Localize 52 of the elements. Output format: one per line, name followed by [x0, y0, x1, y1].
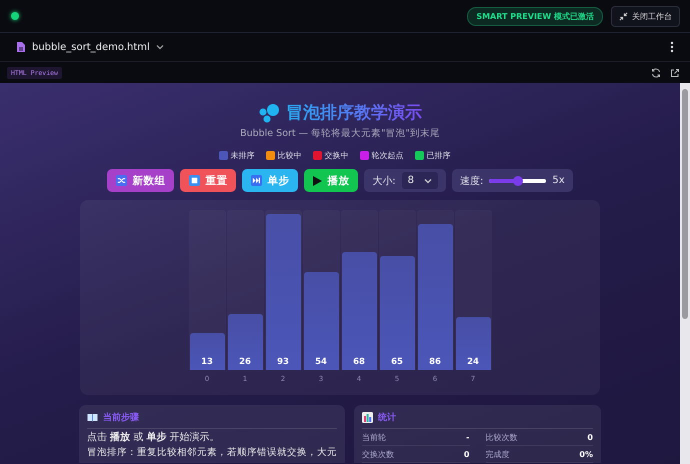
array-bar: 65 — [380, 256, 414, 370]
book-icon — [87, 413, 98, 422]
array-bar: 26 — [228, 314, 262, 370]
subtitle: Bubble Sort — 每轮将最大元素"冒泡"到末尾 — [240, 127, 440, 140]
legend-label: 已排序 — [426, 150, 450, 161]
stat-label: 当前轮 — [362, 432, 386, 442]
stat-value: 0 — [464, 450, 470, 458]
array-bar: 93 — [266, 214, 300, 370]
array-bar: 54 — [304, 272, 338, 370]
external-link-icon[interactable] — [670, 68, 680, 78]
play-icon — [313, 176, 322, 186]
mode-badge: SMART PREVIEW 模式已激活 — [467, 6, 603, 26]
legend-label: 轮次起点 — [372, 150, 404, 161]
scrollbar[interactable] — [680, 83, 690, 464]
close-workspace-button[interactable]: 关闭工作台 — [611, 6, 680, 26]
speed-value: 5x — [552, 175, 565, 186]
panel-title: 统计 — [378, 411, 396, 424]
stat-value: 0% — [579, 450, 593, 458]
speed-label: 速度: — [460, 174, 484, 188]
stop-icon — [189, 175, 200, 186]
file-tab[interactable]: bubble_sort_demo.html — [16, 41, 164, 53]
page-title: 冒泡排序教学演示 — [286, 101, 422, 124]
size-select[interactable]: 8 — [402, 172, 438, 189]
file-icon — [16, 41, 26, 53]
stat-label: 比较次数 — [486, 432, 518, 442]
array-bar: 86 — [418, 224, 452, 370]
legend-label: 交换中 — [324, 150, 348, 161]
array-bar: 13 — [190, 333, 224, 370]
bubbles-icon — [258, 102, 280, 122]
stat-label: 完成度 — [486, 448, 510, 460]
speed-slider-thumb[interactable] — [512, 176, 523, 186]
chevron-down-icon — [424, 178, 432, 184]
shuffle-icon — [116, 175, 128, 186]
array-bar: 68 — [342, 252, 376, 370]
panel-title: 当前步骤 — [103, 411, 139, 424]
stat-value: 0 — [587, 432, 593, 442]
collapse-icon — [619, 12, 628, 20]
next-icon — [251, 175, 262, 186]
legend-label: 未排序 — [230, 150, 254, 161]
legend-label: 比较中 — [278, 150, 302, 161]
array-bar: 24 — [456, 317, 490, 370]
step-text: 点击 播放 或 单步 开始演示。 — [87, 432, 221, 444]
step-text: 冒泡排序：重复比较相邻元素，若顺序错误就交换，大元 — [87, 447, 337, 459]
more-icon[interactable] — [670, 41, 674, 53]
stat-label: 交换次数 — [362, 448, 394, 460]
bar-chart-icon — [362, 412, 373, 423]
stat-value: - — [466, 432, 470, 442]
refresh-icon[interactable] — [651, 68, 661, 78]
chevron-down-icon — [156, 44, 164, 50]
control-button[interactable]: 新数组 — [107, 169, 174, 192]
size-label: 大小: — [372, 174, 396, 188]
control-button[interactable]: 重置 — [180, 169, 236, 192]
